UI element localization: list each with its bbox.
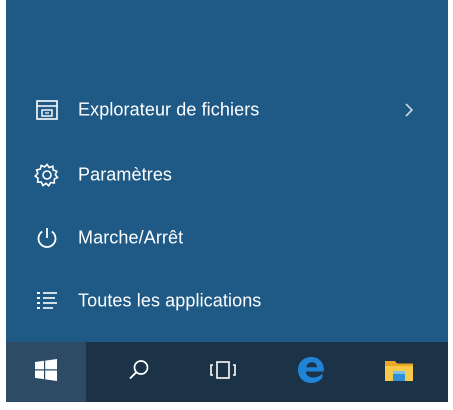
taskbar bbox=[6, 342, 448, 402]
all-apps-icon bbox=[34, 288, 60, 314]
edge-icon bbox=[296, 355, 326, 390]
menu-item-label: Paramètres bbox=[78, 164, 173, 185]
screen: Explorateur de fichiers Paramètres March… bbox=[0, 0, 453, 410]
menu-item-file-explorer[interactable]: Explorateur de fichiers bbox=[6, 86, 448, 134]
power-icon bbox=[34, 225, 60, 251]
start-button[interactable] bbox=[6, 342, 86, 402]
file-explorer-icon bbox=[34, 97, 60, 123]
menu-item-all-apps[interactable]: Toutes les applications bbox=[6, 277, 448, 325]
file-explorer-taskbar-button[interactable] bbox=[368, 342, 430, 402]
search-icon bbox=[127, 358, 151, 387]
gear-icon bbox=[34, 162, 60, 188]
menu-item-label: Marche/Arrêt bbox=[78, 227, 184, 248]
menu-item-settings[interactable]: Paramètres bbox=[6, 151, 448, 199]
menu-item-power[interactable]: Marche/Arrêt bbox=[6, 214, 448, 262]
task-view-button[interactable] bbox=[194, 342, 252, 402]
chevron-right-icon[interactable] bbox=[403, 102, 415, 118]
task-view-icon bbox=[208, 359, 238, 386]
search-button[interactable] bbox=[110, 342, 168, 402]
windows-logo-icon bbox=[35, 358, 57, 386]
edge-button[interactable] bbox=[282, 342, 340, 402]
menu-item-label: Toutes les applications bbox=[78, 290, 262, 311]
menu-item-label: Explorateur de fichiers bbox=[78, 99, 260, 120]
folder-icon bbox=[384, 357, 414, 388]
start-menu: Explorateur de fichiers Paramètres March… bbox=[6, 0, 448, 342]
